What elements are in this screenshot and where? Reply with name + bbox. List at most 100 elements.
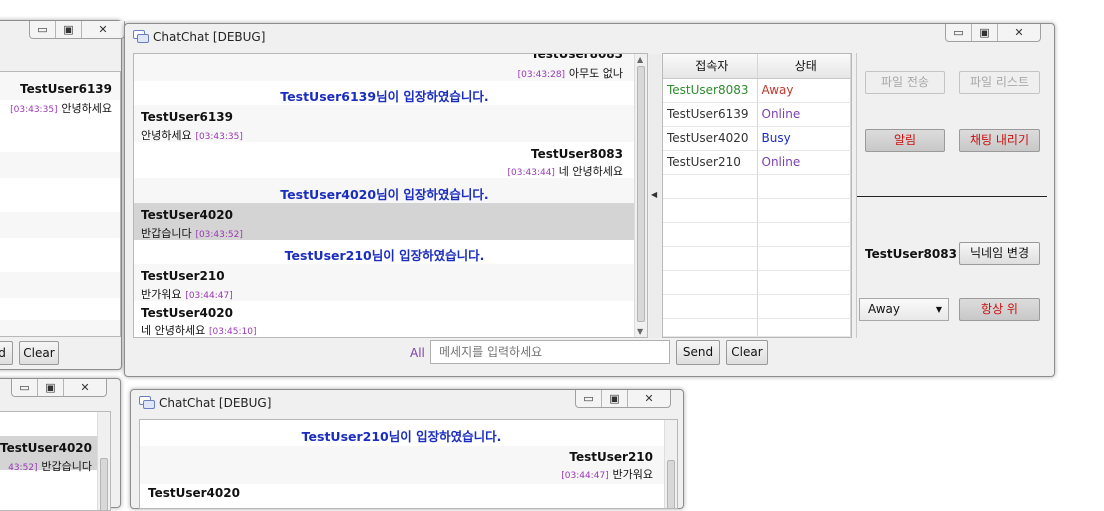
message-text: 반갑습니다: [141, 227, 192, 240]
chat-scrollbar[interactable]: [664, 420, 677, 508]
system-message: TestUser210님이 입장하였습니다.: [284, 248, 485, 263]
message-target-label[interactable]: All: [410, 346, 425, 360]
clear-chat-button[interactable]: 채팅 내리기: [959, 129, 1040, 152]
message-timestamp: [03:43:35]: [195, 132, 243, 142]
chat-app-icon: [139, 396, 155, 409]
my-nickname: TestUser8083: [865, 247, 957, 261]
message-timestamp: 43:52]: [8, 463, 38, 473]
left-chat-window: ▭ ▣ ✕ TestUser6139 [03:43:35] 안녕하세요 d Cl…: [0, 20, 125, 370]
chat-app-icon: [133, 30, 149, 43]
close-button[interactable]: ✕: [628, 390, 670, 407]
dropdown-arrow-icon: ▼: [935, 305, 942, 314]
user-row[interactable]: TestUser8083 Away: [663, 78, 851, 103]
maximize-button[interactable]: ▣: [56, 21, 82, 38]
message-sender: TestUser4020: [148, 486, 240, 500]
user-list: 접속자 상태 TestUser8083 Away TestUser6139 On…: [662, 53, 852, 338]
user-status: Busy: [757, 126, 851, 151]
message-text: 반가워요: [612, 468, 653, 481]
system-message: TestUser4020님이 입장하였습니다.: [280, 187, 489, 202]
message-sender: TestUser210: [569, 450, 653, 464]
alarm-button[interactable]: 알림: [865, 129, 945, 152]
message-sender: TestUser8083: [531, 53, 623, 61]
user-row[interactable]: TestUser4020 Busy: [663, 126, 851, 151]
close-button[interactable]: ✕: [64, 379, 106, 396]
close-button[interactable]: ✕: [82, 21, 124, 38]
message-sender: TestUser4020: [141, 306, 233, 320]
window-controls: ▭ ▣ ✕: [11, 379, 107, 397]
bottom-chat-window: ChatChat [DEBUG] ▭ ▣ ✕ TestUser210님이 입장하…: [130, 389, 684, 509]
system-message: TestUser210님이 입장하였습니다.: [301, 429, 502, 444]
panel-divider: [857, 196, 1047, 197]
message-text: 반가워요: [141, 288, 182, 301]
column-header-status[interactable]: 상태: [757, 54, 851, 79]
chat-history: TestUser8083 [03:43:28] 아무도 없나 TestUser6…: [133, 53, 648, 338]
minimize-button[interactable]: ▭: [12, 379, 38, 396]
main-chat-window: ChatChat [DEBUG] ▭ ▣ ✕ TestUser8083 [03:…: [124, 23, 1055, 377]
file-list-button[interactable]: 파일 리스트: [959, 71, 1040, 94]
maximize-button[interactable]: ▣: [972, 24, 998, 41]
message-sender: TestUser6139: [141, 110, 233, 124]
message-sender: TestUser4020: [141, 208, 233, 222]
message-sender: TestUser4020: [0, 441, 92, 455]
user-row[interactable]: TestUser6139 Online: [663, 102, 851, 127]
change-nickname-button[interactable]: 닉네임 변경: [959, 242, 1040, 265]
send-button[interactable]: Send: [676, 340, 720, 365]
clear-button[interactable]: Clear: [19, 341, 59, 365]
window-controls: ▭ ▣ ✕: [945, 24, 1041, 42]
message-text: 안녕하세요: [141, 129, 192, 142]
user-status: Online: [757, 102, 851, 127]
minimize-button[interactable]: ▭: [30, 21, 56, 38]
scroll-down-icon[interactable]: ▼: [637, 327, 643, 336]
maximize-button[interactable]: ▣: [38, 379, 64, 396]
message-timestamp: [03:45:10]: [209, 327, 257, 337]
scroll-up-icon[interactable]: ▲: [637, 55, 643, 64]
column-header-user[interactable]: 접속자: [663, 54, 758, 79]
maximize-button[interactable]: ▣: [602, 390, 628, 407]
user-status: Away: [757, 78, 851, 103]
title-bar: ChatChat [DEBUG]: [125, 24, 1054, 50]
user-name: TestUser4020: [663, 126, 758, 151]
message-timestamp: [03:44:47]: [185, 291, 233, 301]
message-sender: TestUser8083: [531, 147, 623, 161]
scroll-thumb[interactable]: [100, 458, 108, 510]
minimize-button[interactable]: ▭: [946, 24, 972, 41]
bottom-left-chat-window: ▭ ▣ ✕ TestUser4020 43:52] 반갑습니다: [0, 378, 121, 511]
message-timestamp: [03:43:28]: [517, 70, 566, 80]
status-select[interactable]: Away ▼: [859, 298, 949, 321]
window-title: ChatChat [DEBUG]: [153, 30, 266, 44]
user-row[interactable]: TestUser210 Online: [663, 150, 851, 175]
send-button-partial[interactable]: d: [0, 341, 13, 365]
window-controls: ▭ ▣ ✕: [29, 21, 125, 39]
clear-button[interactable]: Clear: [726, 340, 768, 365]
chat-scrollbar[interactable]: [97, 412, 110, 510]
chat-history: TestUser210님이 입장하였습니다. TestUser210 [03:4…: [139, 419, 678, 509]
message-timestamp: [03:43:35]: [10, 105, 58, 115]
side-panel: 파일 전송 파일 리스트 알림 채팅 내리기 TestUser8083 닉네임 …: [856, 53, 1047, 338]
user-status: Online: [757, 150, 851, 175]
chat-history: TestUser4020 43:52] 반갑습니다: [0, 411, 111, 511]
message-input[interactable]: [430, 340, 670, 364]
user-name: TestUser210: [663, 150, 758, 175]
chat-scrollbar[interactable]: ▲ ▼: [634, 54, 647, 337]
message-text: 반갑습니다: [41, 460, 92, 473]
user-name: TestUser8083: [663, 78, 758, 103]
message-text: 아무도 없나: [568, 67, 623, 80]
minimize-button[interactable]: ▭: [576, 390, 602, 407]
scroll-thumb[interactable]: [667, 460, 675, 508]
always-on-top-button[interactable]: 항상 위: [959, 298, 1040, 321]
window-controls: ▭ ▣ ✕: [575, 390, 671, 408]
message-timestamp: [03:44:47]: [561, 471, 609, 481]
status-select-value: Away: [868, 302, 900, 316]
message-text: 네 안녕하세요: [141, 324, 206, 337]
left-chat-pane: TestUser6139 [03:43:35] 안녕하세요: [0, 71, 121, 337]
scroll-thumb[interactable]: [637, 66, 645, 322]
file-send-button[interactable]: 파일 전송: [865, 71, 945, 94]
message-sender: TestUser210: [141, 269, 225, 283]
message-text: 안녕하세요: [61, 102, 112, 115]
splitter-collapse-icon[interactable]: ◀: [649, 54, 661, 338]
window-title: ChatChat [DEBUG]: [159, 396, 272, 410]
message-timestamp: [03:43:44]: [507, 168, 555, 178]
system-message: TestUser6139님이 입장하였습니다.: [280, 89, 489, 104]
close-button[interactable]: ✕: [998, 24, 1040, 41]
message-timestamp: [03:43:52]: [195, 230, 243, 240]
